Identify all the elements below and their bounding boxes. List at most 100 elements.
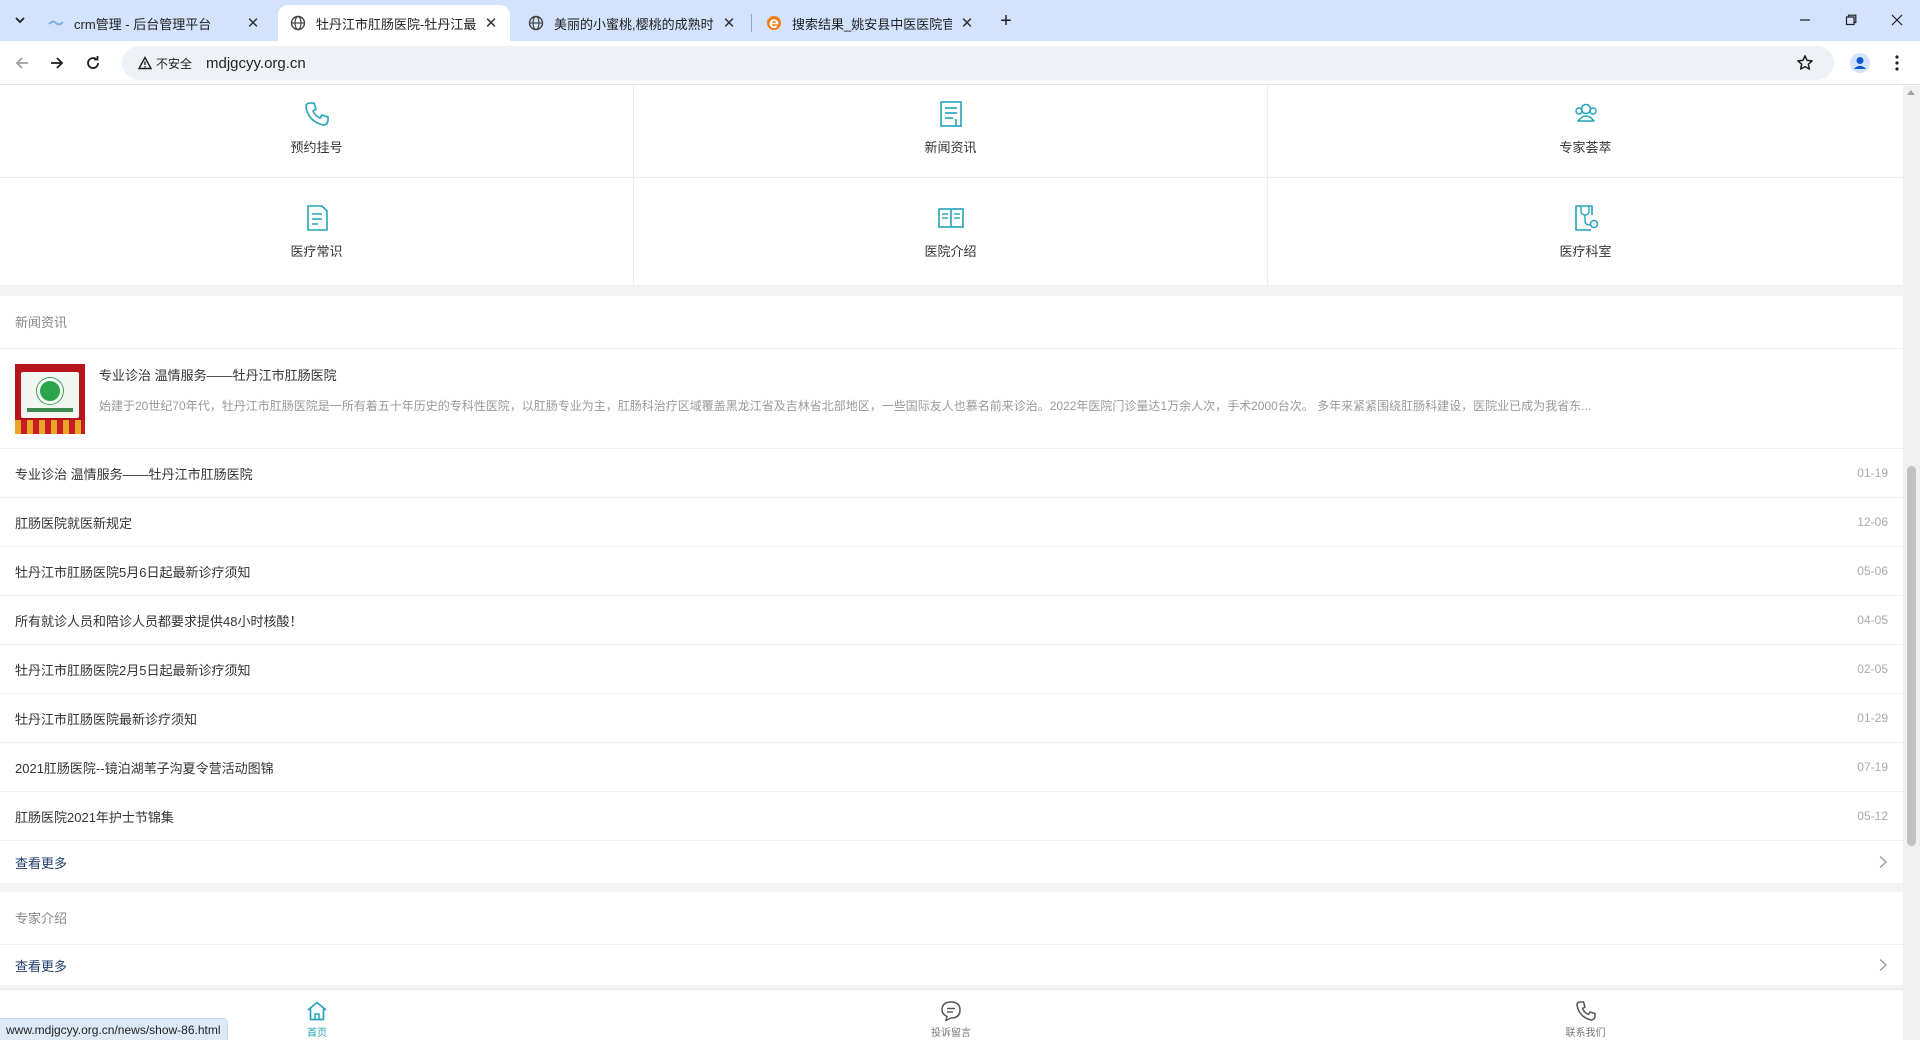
experts-section: 专家介绍 查看更多 bbox=[0, 892, 1903, 985]
browser-tab-results[interactable]: 搜索结果_姚安县中医医院官方网 ✕ bbox=[754, 5, 986, 41]
tab-title: 牡丹江市肛肠医院-牡丹江最专业 bbox=[316, 16, 476, 32]
bookmark-star-button[interactable] bbox=[1794, 52, 1816, 74]
notes-icon bbox=[301, 202, 333, 234]
bottom-tab-complaints[interactable]: 投诉留言 bbox=[634, 990, 1268, 1040]
news-list-item[interactable]: 牡丹江市肛肠医院5月6日起最新诊疗须知 05-06 bbox=[0, 547, 1903, 596]
quick-nav-label: 医疗科室 bbox=[1559, 244, 1612, 259]
news-more-link[interactable]: 查看更多 bbox=[0, 841, 1903, 883]
quick-nav-news[interactable]: 新闻资讯 bbox=[634, 86, 1268, 178]
back-button[interactable] bbox=[8, 49, 36, 77]
quick-nav-hospital-intro[interactable]: 医院介绍 bbox=[634, 178, 1268, 286]
page-scrollbar[interactable] bbox=[1903, 86, 1920, 1040]
tab-search-button[interactable] bbox=[6, 7, 34, 33]
department-stethoscope-icon bbox=[1570, 202, 1602, 234]
news-list-item[interactable]: 肛肠医院就医新规定 12-06 bbox=[0, 498, 1903, 547]
quick-nav-medical-knowledge[interactable]: 医疗常识 bbox=[0, 178, 634, 286]
quick-nav-grid: 预约挂号 新闻资讯 专家荟萃 医疗常识 医院介绍 医疗科室 bbox=[0, 86, 1903, 286]
quick-nav-label: 新闻资讯 bbox=[924, 140, 977, 155]
link-status-bubble: www.mdjgcyy.org.cn/news/show-86.html bbox=[0, 1018, 228, 1040]
star-icon bbox=[1797, 55, 1813, 70]
section-title: 专家介绍 bbox=[0, 892, 1903, 945]
quick-nav-experts[interactable]: 专家荟萃 bbox=[1268, 86, 1903, 178]
quick-nav-label: 专家荟萃 bbox=[1559, 140, 1612, 155]
news-date: 04-05 bbox=[1857, 613, 1888, 627]
experts-more-link[interactable]: 查看更多 bbox=[0, 945, 1903, 985]
phone-icon bbox=[301, 98, 333, 130]
news-title: 牡丹江市肛肠医院最新诊疗须知 bbox=[15, 711, 198, 727]
browser-toolbar: 不安全 mdjgcyy.org.cn bbox=[0, 41, 1920, 85]
quick-nav-appointment[interactable]: 预约挂号 bbox=[0, 86, 634, 178]
scrollbar-thumb[interactable] bbox=[1907, 466, 1916, 846]
news-title: 牡丹江市肛肠医院2月5日起最新诊疗须知 bbox=[15, 662, 251, 678]
globe-icon bbox=[290, 15, 306, 31]
tab-title: crm管理 - 后台管理平台 bbox=[74, 16, 212, 32]
featured-news-summary: 始建于20世纪70年代，牡丹江市肛肠医院是一所有着五十年历史的专科性医院，以肛肠… bbox=[99, 399, 1592, 413]
restore-icon bbox=[1845, 14, 1857, 26]
forward-button[interactable] bbox=[43, 49, 71, 77]
news-list-item[interactable]: 牡丹江市肛肠医院最新诊疗须知 01-29 bbox=[0, 694, 1903, 743]
news-list-item[interactable]: 肛肠医院2021年护士节锦集 05-12 bbox=[0, 792, 1903, 841]
chevron-down-icon bbox=[15, 17, 25, 24]
address-bar[interactable]: 不安全 mdjgcyy.org.cn bbox=[122, 46, 1834, 80]
experts-group-icon bbox=[1570, 98, 1602, 130]
close-tab-icon[interactable]: ✕ bbox=[244, 14, 262, 32]
scroll-up-arrow-icon[interactable] bbox=[1907, 90, 1915, 95]
orange-e-favicon-icon bbox=[766, 15, 782, 31]
arrow-right-icon bbox=[51, 57, 64, 69]
news-title: 2021肛肠医院--镜泊湖苇子沟夏令营活动图锦 bbox=[15, 760, 274, 776]
bottom-tab-bar: 首页 投诉留言 联系我们 bbox=[0, 989, 1903, 1040]
news-list-item[interactable]: 2021肛肠医院--镜泊湖苇子沟夏令营活动图锦 07-19 bbox=[0, 743, 1903, 792]
news-title: 所有就诊人员和陪诊人员都要求提供48小时核酸！ bbox=[15, 613, 303, 629]
security-indicator[interactable]: 不安全 bbox=[130, 50, 200, 76]
news-date: 05-12 bbox=[1857, 809, 1888, 823]
phone-icon bbox=[1574, 999, 1598, 1023]
plus-icon: + bbox=[1000, 9, 1012, 32]
home-icon bbox=[305, 999, 329, 1023]
news-title: 肛肠医院2021年护士节锦集 bbox=[15, 809, 174, 825]
bottom-tab-contact[interactable]: 联系我们 bbox=[1268, 990, 1903, 1040]
browser-menu-button[interactable] bbox=[1884, 50, 1910, 76]
minimize-icon bbox=[1800, 19, 1810, 21]
tab-title: 美丽的小蜜桃,樱桃的成熟时2,樱 bbox=[554, 16, 714, 32]
minimize-button[interactable] bbox=[1782, 0, 1828, 40]
news-date: 05-06 bbox=[1857, 564, 1888, 578]
arrow-left-icon bbox=[15, 57, 28, 69]
news-section: 新闻资讯 专业诊治 温情服务——牡丹江市肛肠医院 始建于20世纪70年代，牡丹江… bbox=[0, 296, 1903, 883]
close-window-button[interactable] bbox=[1874, 0, 1920, 40]
profile-button[interactable] bbox=[1847, 50, 1873, 76]
reload-button[interactable] bbox=[79, 49, 107, 77]
more-label: 查看更多 bbox=[15, 958, 68, 974]
browser-tab-crm[interactable]: crm管理 - 后台管理平台 ✕ bbox=[36, 5, 272, 41]
close-tab-icon[interactable]: ✕ bbox=[482, 14, 500, 32]
close-tab-icon[interactable]: ✕ bbox=[720, 14, 738, 32]
news-date: 02-05 bbox=[1857, 662, 1888, 676]
bottom-tab-label: 联系我们 bbox=[1565, 1028, 1606, 1039]
quick-nav-label: 医疗常识 bbox=[290, 244, 343, 259]
news-date: 12-06 bbox=[1857, 515, 1888, 529]
security-label: 不安全 bbox=[156, 56, 193, 71]
news-title: 专业诊治 温情服务——牡丹江市肛肠医院 bbox=[15, 466, 253, 482]
browser-tab-hospital[interactable]: 牡丹江市肛肠医院-牡丹江最专业 ✕ bbox=[278, 5, 510, 41]
hospital-logo-icon bbox=[37, 378, 63, 404]
news-list-item[interactable]: 牡丹江市肛肠医院2月5日起最新诊疗须知 02-05 bbox=[0, 645, 1903, 694]
close-icon bbox=[1891, 14, 1903, 26]
news-list-item[interactable]: 所有就诊人员和陪诊人员都要求提供48小时核酸！ 04-05 bbox=[0, 596, 1903, 645]
page-viewport: 预约挂号 新闻资讯 专家荟萃 医疗常识 医院介绍 医疗科室 新闻资讯 专业诊治 … bbox=[0, 86, 1903, 1040]
quick-nav-label: 预约挂号 bbox=[290, 140, 343, 155]
quick-nav-label: 医院介绍 bbox=[924, 244, 977, 259]
browser-tab-strip: crm管理 - 后台管理平台 ✕ 牡丹江市肛肠医院-牡丹江最专业 ✕ 美丽的小蜜… bbox=[0, 0, 1920, 41]
restore-button[interactable] bbox=[1828, 0, 1874, 40]
featured-news-title: 专业诊治 温情服务——牡丹江市肛肠医院 bbox=[99, 368, 337, 383]
featured-news-item[interactable]: 专业诊治 温情服务——牡丹江市肛肠医院 始建于20世纪70年代，牡丹江市肛肠医院… bbox=[0, 349, 1903, 449]
news-date: 07-19 bbox=[1857, 760, 1888, 774]
featured-news-thumbnail bbox=[15, 364, 85, 434]
bottom-tab-label: 投诉留言 bbox=[931, 1028, 971, 1039]
news-list-item[interactable]: 专业诊治 温情服务——牡丹江市肛肠医院 01-19 bbox=[0, 449, 1903, 498]
crm-favicon-icon bbox=[48, 15, 64, 31]
new-tab-button[interactable]: + bbox=[992, 7, 1020, 35]
more-vertical-icon bbox=[1895, 55, 1899, 71]
browser-tab-search[interactable]: 美丽的小蜜桃,樱桃的成熟时2,樱 ✕ bbox=[516, 5, 748, 41]
close-tab-icon[interactable]: ✕ bbox=[958, 14, 976, 32]
quick-nav-departments[interactable]: 医疗科室 bbox=[1268, 178, 1903, 286]
news-document-icon bbox=[935, 98, 967, 130]
